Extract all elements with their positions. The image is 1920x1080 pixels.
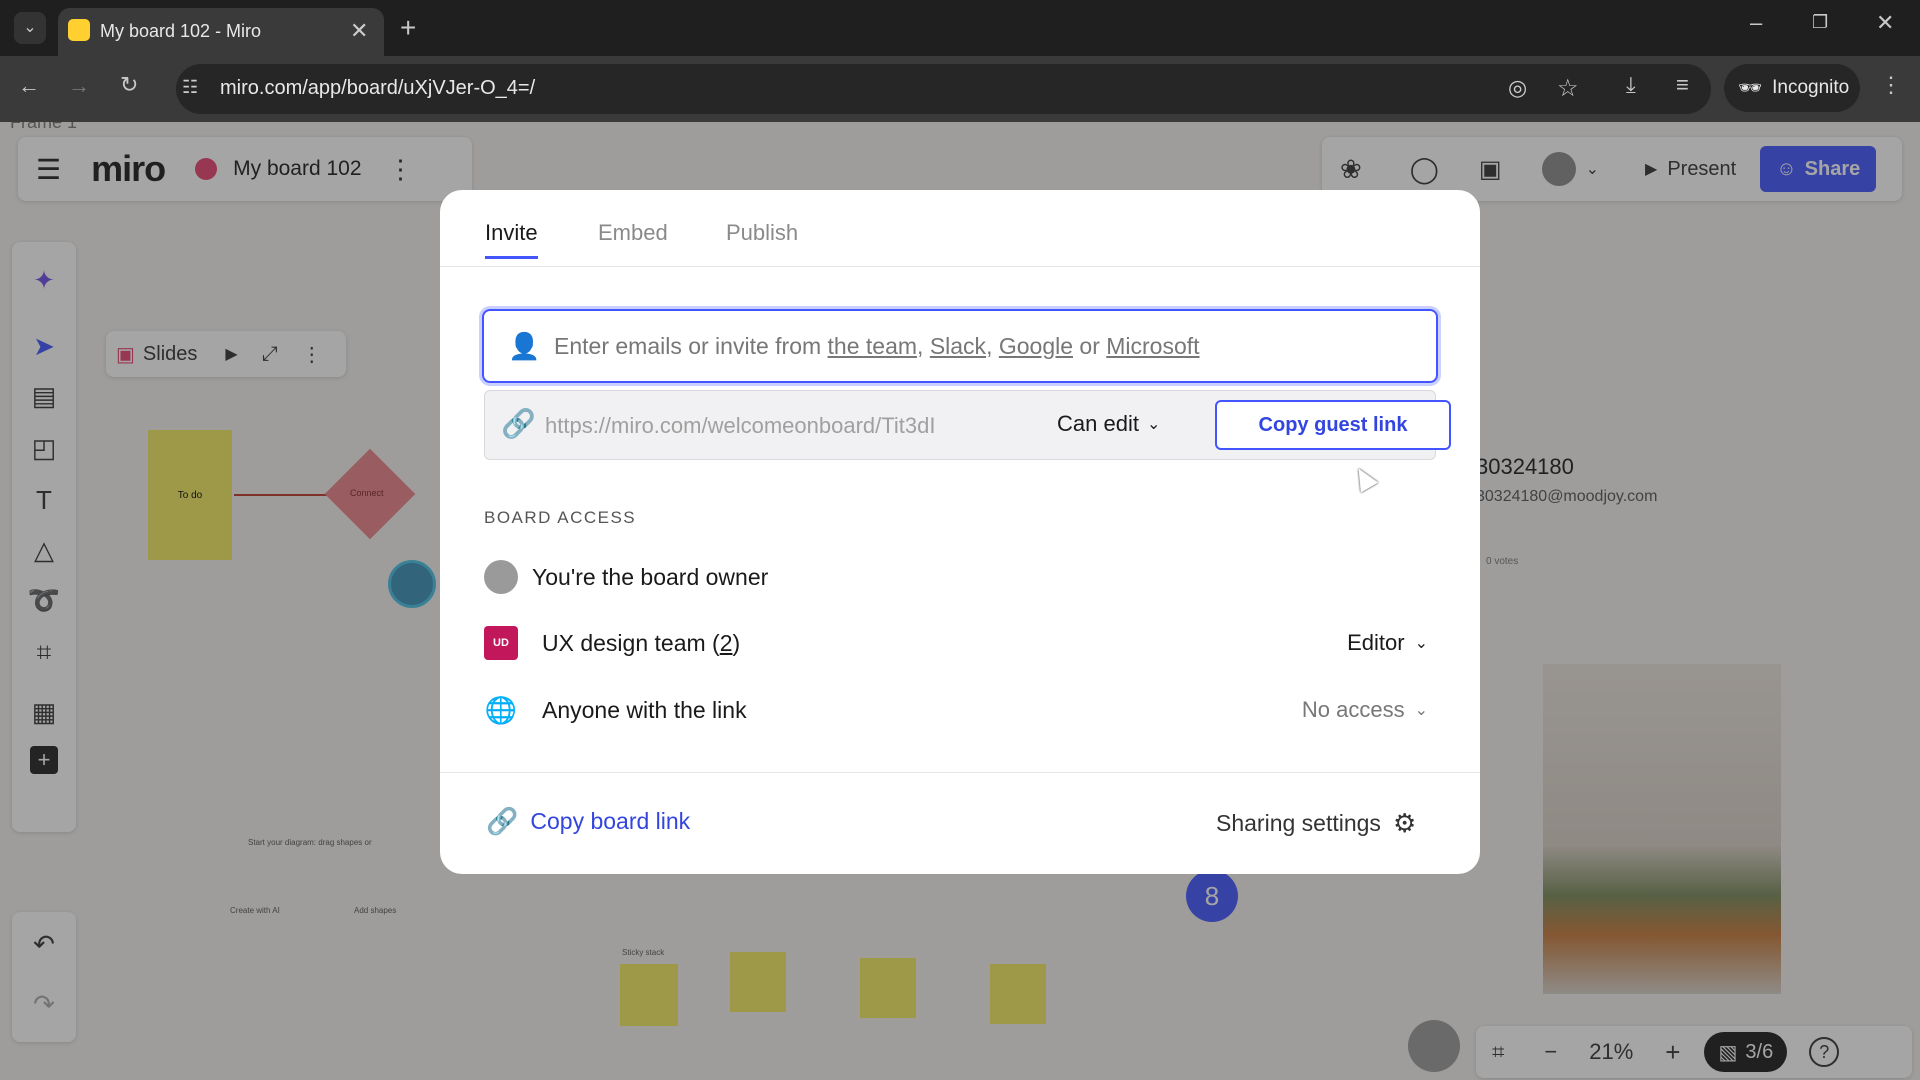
invite-link-slack[interactable]: Slack bbox=[930, 333, 986, 359]
invite-input[interactable]: 👤 Enter emails or invite from the team, … bbox=[482, 309, 1438, 383]
anyone-row: 🌐 Anyone with the link No access ⌄ bbox=[484, 690, 1436, 730]
chevron-down-icon: ⌄ bbox=[1414, 702, 1428, 719]
owner-text: You're the board owner bbox=[532, 563, 769, 590]
incognito-label: Incognito bbox=[1772, 77, 1850, 98]
team-name-close: ) bbox=[732, 629, 741, 656]
incognito-icon: 🕶 bbox=[1738, 78, 1763, 99]
board-access-heading: BOARD ACCESS bbox=[484, 508, 637, 527]
tab-publish[interactable]: Publish bbox=[726, 220, 798, 246]
link-icon: 🔗 bbox=[486, 806, 519, 836]
team-role-label: Editor bbox=[1347, 630, 1405, 655]
team-badge: UD bbox=[484, 626, 518, 660]
tab-search-icon[interactable]: ⌄ bbox=[14, 12, 46, 44]
site-info-icon[interactable]: ☷ bbox=[182, 77, 198, 98]
browser-menu-icon[interactable]: ⋮ bbox=[1880, 72, 1902, 98]
anyone-role-label: No access bbox=[1301, 697, 1405, 722]
browser-tab[interactable]: My board 102 - Miro ✕ bbox=[58, 8, 384, 56]
incognito-badge[interactable]: 🕶 Incognito bbox=[1724, 64, 1860, 112]
guest-link-row: 🔗 https://miro.com/welcomeonboard/Tit3dI… bbox=[484, 390, 1451, 460]
permission-dropdown[interactable]: Can edit ⌄ bbox=[1057, 411, 1160, 437]
anyone-role-dropdown[interactable]: No access ⌄ bbox=[1302, 697, 1428, 723]
sharing-settings-button[interactable]: Sharing settings ⚙ bbox=[1216, 808, 1416, 839]
team-member-count[interactable]: 2 bbox=[720, 630, 733, 656]
forward-icon[interactable]: → bbox=[68, 73, 90, 99]
miro-favicon bbox=[68, 19, 90, 41]
tab-divider bbox=[440, 266, 1480, 267]
invite-sep: , bbox=[917, 333, 930, 359]
reload-icon[interactable]: ↻ bbox=[120, 72, 138, 98]
active-tab-indicator bbox=[485, 256, 538, 259]
copy-guest-link-button[interactable]: Copy guest link bbox=[1215, 400, 1451, 450]
owner-avatar bbox=[484, 560, 518, 594]
link-icon: 🔗 bbox=[501, 408, 536, 439]
back-icon[interactable]: ← bbox=[18, 73, 40, 99]
new-tab-button[interactable]: + bbox=[400, 12, 416, 44]
tab-embed[interactable]: Embed bbox=[598, 220, 668, 246]
browser-address-bar: ← → ↻ ☷ miro.com/app/board/uXjVJer-O_4=/… bbox=[0, 56, 1920, 122]
tab-list-icon[interactable]: ≡ bbox=[1676, 72, 1689, 98]
owner-row: You're the board owner bbox=[484, 557, 1436, 597]
close-tab-icon[interactable]: ✕ bbox=[350, 18, 368, 44]
copy-guest-link-label: Copy guest link bbox=[1258, 413, 1408, 436]
close-window-icon[interactable]: ✕ bbox=[1876, 10, 1894, 36]
share-dialog: Invite Embed Publish 👤 Enter emails or i… bbox=[440, 190, 1480, 874]
browser-tab-bar: ⌄ My board 102 - Miro ✕ + ‒ ❐ ✕ bbox=[0, 0, 1920, 56]
restore-icon[interactable]: ❐ bbox=[1812, 12, 1828, 33]
guest-link-url[interactable]: https://miro.com/welcomeonboard/Tit3dI bbox=[545, 413, 935, 439]
download-icon[interactable]: ⤓ bbox=[1626, 72, 1636, 98]
invite-placeholder: Enter emails or invite from the team, Sl… bbox=[554, 333, 1200, 360]
gear-icon: ⚙ bbox=[1392, 808, 1417, 838]
invite-sep: , bbox=[986, 333, 999, 359]
globe-icon: 🌐 bbox=[484, 694, 518, 725]
url-text: miro.com/app/board/uXjVJer-O_4=/ bbox=[220, 77, 536, 99]
team-row: UD UX design team (2) Editor ⌄ bbox=[484, 623, 1436, 663]
team-name-label: UX design team ( bbox=[542, 629, 720, 656]
permission-label: Can edit bbox=[1057, 411, 1139, 436]
invite-or: or bbox=[1073, 333, 1107, 359]
copy-board-link-button[interactable]: 🔗 Copy board link bbox=[486, 806, 690, 837]
omnibox[interactable]: ☷ miro.com/app/board/uXjVJer-O_4=/ ◎ ☆ bbox=[176, 64, 1711, 114]
minimize-icon[interactable]: ‒ bbox=[1750, 10, 1762, 36]
anyone-text: Anyone with the link bbox=[542, 696, 747, 723]
team-role-dropdown[interactable]: Editor ⌄ bbox=[1347, 630, 1428, 656]
invite-prefix: Enter emails or invite from bbox=[554, 333, 828, 359]
tab-title: My board 102 - Miro bbox=[100, 21, 262, 41]
team-name: UX design team (2) bbox=[542, 630, 740, 657]
eye-off-icon[interactable]: ◎ bbox=[1508, 75, 1527, 101]
copy-board-link-label: Copy board link bbox=[530, 808, 691, 834]
sharing-settings-label: Sharing settings bbox=[1216, 810, 1381, 836]
add-person-icon: 👤 bbox=[508, 331, 541, 361]
invite-link-team[interactable]: the team bbox=[828, 333, 918, 359]
bookmark-star-icon[interactable]: ☆ bbox=[1557, 74, 1579, 103]
invite-link-google[interactable]: Google bbox=[999, 333, 1073, 359]
footer-divider bbox=[440, 772, 1480, 773]
tab-invite[interactable]: Invite bbox=[485, 220, 538, 259]
invite-link-microsoft[interactable]: Microsoft bbox=[1106, 333, 1199, 359]
tab-invite-label: Invite bbox=[485, 220, 538, 245]
chevron-down-icon: ⌄ bbox=[1414, 635, 1428, 652]
chevron-down-icon: ⌄ bbox=[1146, 416, 1161, 433]
